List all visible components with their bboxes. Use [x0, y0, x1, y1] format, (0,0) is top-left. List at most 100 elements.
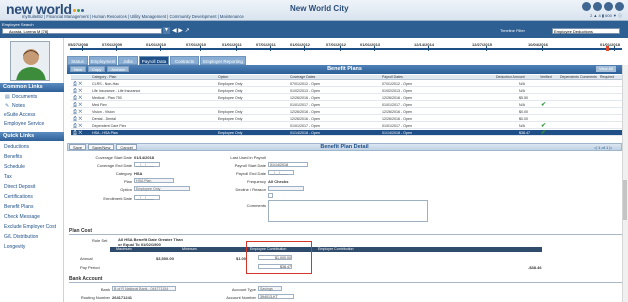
option-cell: Employee Only: [218, 117, 243, 121]
quick-link-benefits[interactable]: Benefits: [4, 154, 22, 160]
quick-link-g-l-distribution[interactable]: G/L Distribution: [4, 234, 38, 240]
archive-button[interactable]: Archive: [107, 66, 129, 72]
pager[interactable]: ◁ 1 of 1 ▷: [594, 145, 612, 150]
scrollbar-thumb[interactable]: [623, 180, 627, 220]
account-number-input[interactable]: 394013-KT: [258, 294, 294, 299]
table-row[interactable]: ⎙ ✕ Dependent Care Flex 01/01/2017 - Open 0…: [71, 123, 622, 129]
payroll-end-label: Payroll End Date: [235, 171, 266, 176]
print-delete-icon[interactable]: ⎙ ✕: [73, 109, 82, 115]
detail-title: Benefit Plan Detail: [320, 144, 369, 150]
timeline-date[interactable]: 01/01/2012: [290, 42, 310, 47]
enrollment-date-input[interactable]: __/__/____: [134, 195, 160, 200]
account-type-select[interactable]: Savings: [258, 286, 282, 291]
tab-jobs[interactable]: Jobs: [118, 56, 138, 65]
coverage-cell: 01/01/2017 - Open: [290, 103, 320, 107]
coverage-end-label: Coverage End Date: [96, 163, 132, 168]
new-button[interactable]: New: [70, 66, 87, 72]
quick-link-direct-deposit[interactable]: Direct Deposit: [4, 184, 35, 190]
option-select[interactable]: Employee Only: [134, 186, 190, 191]
quick-link-schedule[interactable]: Schedule: [4, 164, 25, 170]
coverage-cell: 07/01/2012 - Open: [290, 82, 320, 86]
view-all-button[interactable]: View All: [596, 66, 616, 72]
print-delete-icon[interactable]: ⎙ ✕: [73, 95, 82, 101]
tab-employer-reporting[interactable]: Employer Reporting: [200, 56, 246, 65]
payroll-cell: 01/01/2017 - Open: [382, 103, 412, 107]
print-delete-icon[interactable]: ⎙ ✕: [73, 130, 82, 136]
timeline-date[interactable]: 01/01/2010: [146, 42, 166, 47]
quick-link-tax[interactable]: Tax: [4, 174, 12, 180]
timeline-date[interactable]: 12/14/2014: [414, 42, 434, 47]
timeline-date[interactable]: 07/01/2009: [102, 42, 122, 47]
quick-link-deductions[interactable]: Deductions: [4, 144, 29, 150]
timeline-filter-select[interactable]: Employee Deductions: [552, 28, 620, 34]
timeline-date[interactable]: 01/01/2011: [222, 42, 242, 47]
timeline-date[interactable]: 01/01/2013: [360, 42, 380, 47]
common-link-documents[interactable]: Documents: [12, 94, 37, 100]
tab-employment[interactable]: Employment: [89, 56, 117, 65]
table-row[interactable]: ⎙ ✕ Dental - Dental Employee Only 12/26/201…: [71, 116, 622, 122]
table-row[interactable]: ⎙ ✕ Medical - Plan 750 Employee Only 12/26/…: [71, 95, 622, 101]
timeline-date[interactable]: 12/27/2015: [472, 42, 492, 47]
table-row[interactable]: ⎙ ✕ Med Flex 01/01/2017 - Open 01/01/2017 -…: [71, 102, 622, 108]
record-nav-icons[interactable]: ◀ ▶ ↗: [172, 27, 190, 34]
quick-link-check-message[interactable]: Check Message: [4, 214, 40, 220]
payroll-start-input[interactable]: 01/14/2018: [268, 162, 308, 167]
coverage-end-input[interactable]: __/__/____: [134, 162, 160, 167]
gear-icon[interactable]: [604, 2, 613, 11]
coverage-cell: 12/26/2016 - Open: [290, 110, 320, 114]
help-icon[interactable]: [593, 2, 602, 11]
timeline-tick: [542, 46, 543, 51]
quick-link-longevity[interactable]: Longevity: [4, 244, 25, 250]
quick-link-benefit-plans[interactable]: Benefit Plans: [4, 204, 33, 210]
timeline-date[interactable]: 07/01/2010: [186, 42, 206, 47]
employee-search-input[interactable]: Acosta, Lorena M [78]: [2, 28, 162, 34]
common-links-header: Common Links: [0, 83, 64, 92]
plan-select[interactable]: HSA Plan: [134, 178, 174, 183]
print-delete-icon[interactable]: ⎙ ✕: [73, 88, 82, 94]
save-new-button[interactable]: Save/New: [88, 144, 115, 150]
tab-payroll-data[interactable]: Payroll Data: [139, 56, 169, 65]
column-header: Deduction Amount: [496, 75, 525, 79]
tab-status[interactable]: Status: [67, 56, 88, 65]
rule-set-label: Rule Set: [92, 238, 108, 243]
print-delete-icon[interactable]: ⎙ ✕: [73, 81, 82, 87]
tab-contracts[interactable]: Contracts: [170, 56, 199, 65]
bank-select[interactable]: B of R National Bank - 044771154: [112, 286, 176, 291]
table-row[interactable]: ⎙ ✕ HSA - HSA Plan Employee Only 01/14/2018…: [71, 130, 622, 136]
table-row[interactable]: ⎙ ✕ Life Insurance - Life Insurance Employ…: [71, 88, 622, 94]
timeline-date[interactable]: 07/01/2011: [256, 42, 276, 47]
common-link-notes[interactable]: Notes: [12, 103, 25, 109]
notes-icon: ✎: [5, 103, 10, 109]
timeline-tick: [340, 46, 341, 51]
dropdown-arrow-icon[interactable]: ▼: [163, 27, 170, 34]
coverage-cell: 01/14/2018 - Open: [290, 131, 320, 135]
routing-label: Routing Number: [80, 295, 110, 300]
print-delete-icon[interactable]: ⎙ ✕: [73, 102, 82, 108]
payroll-end-input[interactable]: __/__/____: [268, 170, 294, 175]
quick-link-certifications[interactable]: Certifications: [4, 194, 33, 200]
decline-checkbox[interactable]: [268, 193, 273, 198]
employee-search-label: Employee Search: [2, 22, 34, 27]
home-icon[interactable]: [582, 2, 591, 11]
print-delete-icon[interactable]: ⎙ ✕: [73, 116, 82, 122]
timeline-date[interactable]: 05/27/2008: [68, 42, 88, 47]
table-row[interactable]: ⎙ ✕ CLRS - Non-Hac Employee Only 07/01/2012…: [71, 81, 622, 87]
notification-row[interactable]: 2 ▲ 4 ▮ 600 ▼ ⓘ: [590, 13, 622, 19]
quick-link-exclude-employer-cost[interactable]: Exclude Employer Cost: [4, 224, 56, 230]
common-link-employee-service[interactable]: Employee Service: [4, 121, 44, 127]
timeline-date[interactable]: 10/04/2016: [528, 42, 548, 47]
timeline-date[interactable]: 07/01/2012: [326, 42, 346, 47]
module-nav[interactable]: mySuiteBiz | Financial Management | Huma…: [22, 14, 244, 19]
comments-textarea[interactable]: [268, 200, 428, 222]
save-button[interactable]: Save: [69, 144, 87, 150]
logout-icon[interactable]: [615, 2, 624, 11]
common-link-esuite-access[interactable]: eSuite Access: [4, 112, 35, 118]
table-row[interactable]: ⎙ ✕ Vision - Vision Employee Only 12/26/201…: [71, 109, 622, 115]
timeline-date[interactable]: 01/01/2018: [600, 42, 620, 47]
copy-button[interactable]: Copy: [88, 66, 106, 72]
decline-reason-select[interactable]: [268, 186, 304, 191]
cancel-button[interactable]: Cancel: [116, 144, 137, 150]
print-delete-icon[interactable]: ⎙ ✕: [73, 123, 82, 129]
employee-contribution-highlight: [246, 241, 312, 274]
option-label: Option: [120, 187, 132, 192]
